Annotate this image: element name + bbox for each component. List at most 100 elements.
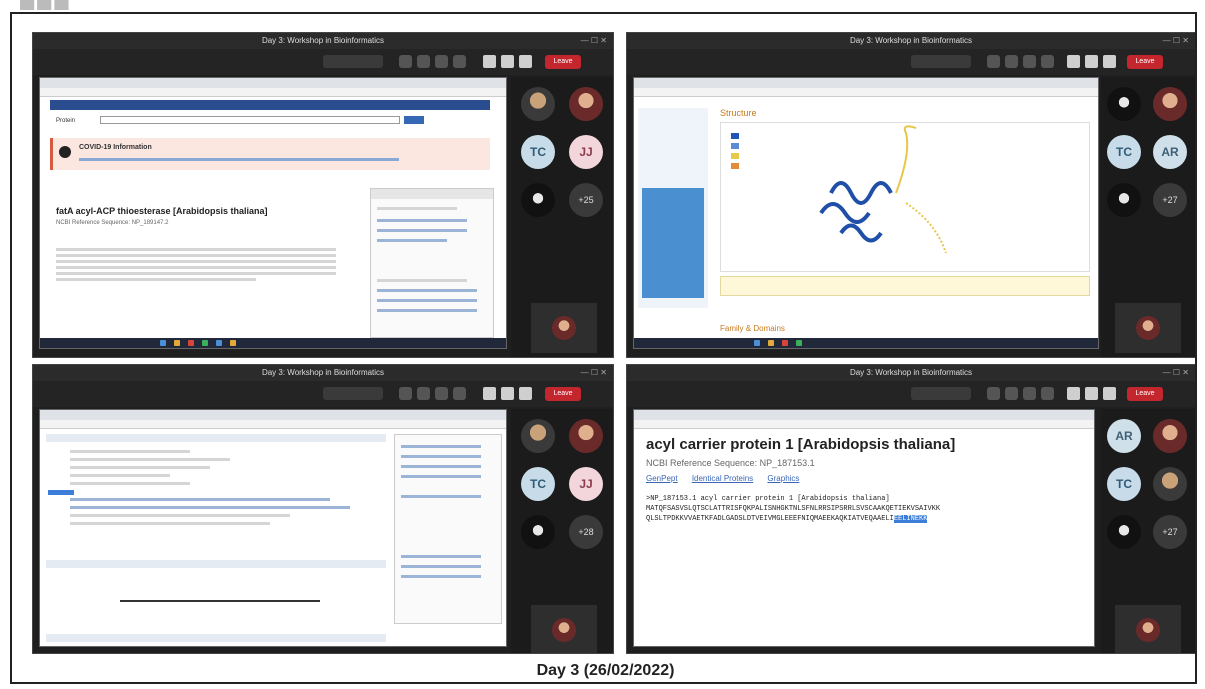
participant-avatar-tc[interactable]: TC xyxy=(1107,135,1141,169)
teams-window-3: Day 3: Workshop in Bioinformatics — ☐ ✕ L… xyxy=(32,364,614,654)
participant-avatar[interactable] xyxy=(521,419,555,453)
participant-avatar[interactable] xyxy=(1107,87,1141,121)
participant-gallery: TC AR +27 xyxy=(1101,77,1195,357)
chat-icon[interactable] xyxy=(519,387,532,400)
hand-icon[interactable] xyxy=(399,55,412,68)
shared-screen: Structure Family & Domains xyxy=(633,77,1099,349)
chat-icon[interactable] xyxy=(519,55,532,68)
participant-avatar-jj[interactable]: JJ xyxy=(569,135,603,169)
search-input[interactable] xyxy=(100,116,400,124)
participant-avatar-tc[interactable]: TC xyxy=(521,135,555,169)
share-tray[interactable] xyxy=(323,55,383,68)
leave-button[interactable]: Leave xyxy=(545,55,581,69)
participant-avatar-ar[interactable]: AR xyxy=(1153,135,1187,169)
more-icon[interactable] xyxy=(453,55,466,68)
participant-avatar[interactable] xyxy=(569,87,603,121)
self-view xyxy=(531,605,597,653)
participant-avatar-tc[interactable]: TC xyxy=(1107,467,1141,501)
participant-avatar[interactable] xyxy=(1153,87,1187,121)
self-view xyxy=(531,303,597,353)
window-title: Day 3: Workshop in Bioinformatics — ☐ ✕ xyxy=(33,33,613,49)
fasta-line-1: MATQFSASVSLQTSCLATTRISFQKPALISNHGKTNLSFN… xyxy=(646,505,941,513)
camera-icon[interactable] xyxy=(1067,387,1080,400)
participant-gallery: TC JJ +25 xyxy=(511,77,613,357)
info-icon xyxy=(59,146,71,158)
more-participants[interactable]: +25 xyxy=(569,183,603,217)
protein-title: fatA acyl-ACP thioesterase [Arabidopsis … xyxy=(56,206,268,216)
mic-icon[interactable] xyxy=(501,387,514,400)
more-icon[interactable] xyxy=(1041,55,1054,68)
shared-screen: Protein COVID-19 Information fatA acyl-A… xyxy=(39,77,507,349)
results-table xyxy=(720,276,1090,296)
taskbar xyxy=(634,338,1098,348)
more-icon[interactable] xyxy=(453,387,466,400)
hand-icon[interactable] xyxy=(987,55,1000,68)
fasta-sequence: >NP_187153.1 acyl carrier protein 1 [Ara… xyxy=(646,494,940,524)
left-nav xyxy=(638,108,708,308)
link-identical-proteins[interactable]: Identical Proteins xyxy=(692,474,753,483)
taskbar xyxy=(40,338,506,348)
camera-icon[interactable] xyxy=(483,55,496,68)
slide-caption: Day 3 (26/02/2022) xyxy=(536,662,675,679)
share-icon[interactable] xyxy=(1023,387,1036,400)
share-tray[interactable] xyxy=(911,55,971,68)
more-participants[interactable]: +27 xyxy=(1153,183,1187,217)
participant-avatar-tc[interactable]: TC xyxy=(521,467,555,501)
mic-icon[interactable] xyxy=(1085,387,1098,400)
leave-button[interactable]: Leave xyxy=(1127,55,1163,69)
ncbi-header xyxy=(50,100,490,110)
participant-avatar[interactable] xyxy=(521,183,555,217)
protein-structure xyxy=(731,125,947,254)
participant-avatar[interactable] xyxy=(1153,467,1187,501)
ref-seq: NCBI Reference Sequence: NP_187153.1 xyxy=(646,458,815,468)
share-icon[interactable] xyxy=(1023,55,1036,68)
mic-icon[interactable] xyxy=(501,55,514,68)
share-icon[interactable] xyxy=(435,387,448,400)
reactions-icon[interactable] xyxy=(417,55,430,68)
camera-icon[interactable] xyxy=(483,387,496,400)
genomic-context-header xyxy=(46,560,386,568)
more-participants[interactable]: +28 xyxy=(569,515,603,549)
meeting-toolbar: Leave xyxy=(627,49,1195,75)
covid-banner: COVID-19 Information xyxy=(50,138,490,170)
meeting-toolbar: Leave xyxy=(33,49,613,75)
link-genpept[interactable]: GenPept xyxy=(646,474,678,483)
leave-button[interactable]: Leave xyxy=(1127,387,1163,401)
link-graphics[interactable]: Graphics xyxy=(767,474,799,483)
hand-icon[interactable] xyxy=(987,387,1000,400)
participant-avatar[interactable] xyxy=(521,87,555,121)
participant-avatar-jj[interactable]: JJ xyxy=(569,467,603,501)
search-button[interactable] xyxy=(404,116,424,124)
chat-icon[interactable] xyxy=(1103,55,1116,68)
more-participants[interactable]: +27 xyxy=(1153,515,1187,549)
participant-avatar[interactable] xyxy=(1107,515,1141,549)
ref-seq: NCBI Reference Sequence: NP_189147.2 xyxy=(56,220,169,226)
shared-screen: acyl carrier protein 1 [Arabidopsis thal… xyxy=(633,409,1095,647)
participant-avatar[interactable] xyxy=(1153,419,1187,453)
fasta-header: >NP_187153.1 acyl carrier protein 1 [Ara… xyxy=(646,495,890,503)
reactions-icon[interactable] xyxy=(1005,55,1018,68)
mic-icon[interactable] xyxy=(1085,55,1098,68)
participant-avatar-ar[interactable]: AR xyxy=(1107,419,1141,453)
share-icon[interactable] xyxy=(435,55,448,68)
leave-button[interactable]: Leave xyxy=(545,387,581,401)
reactions-icon[interactable] xyxy=(1005,387,1018,400)
reactions-icon[interactable] xyxy=(417,387,430,400)
more-icon[interactable] xyxy=(1041,387,1054,400)
share-tray[interactable] xyxy=(323,387,383,400)
participant-avatar[interactable] xyxy=(521,515,555,549)
camera-icon[interactable] xyxy=(1067,55,1080,68)
teams-window-1: Day 3: Workshop in Bioinformatics — ☐ ✕ L… xyxy=(32,32,614,358)
self-view xyxy=(1115,303,1181,353)
highlighted-residues: EELINEKK xyxy=(893,515,928,523)
meeting-toolbar: Leave xyxy=(627,381,1195,407)
self-view xyxy=(1115,605,1181,653)
participant-avatar[interactable] xyxy=(1107,183,1141,217)
fasta-line-2: QLSLTPDKKVVAETKFADLGADSLDTVEIVMGLEEEFNIQ… xyxy=(646,515,928,523)
participant-gallery: AR TC +27 xyxy=(1101,409,1195,653)
hand-icon[interactable] xyxy=(399,387,412,400)
teams-window-4: Day 3: Workshop in Bioinformatics — ☐ ✕ L… xyxy=(626,364,1195,654)
chat-icon[interactable] xyxy=(1103,387,1116,400)
share-tray[interactable] xyxy=(911,387,971,400)
participant-avatar[interactable] xyxy=(569,419,603,453)
